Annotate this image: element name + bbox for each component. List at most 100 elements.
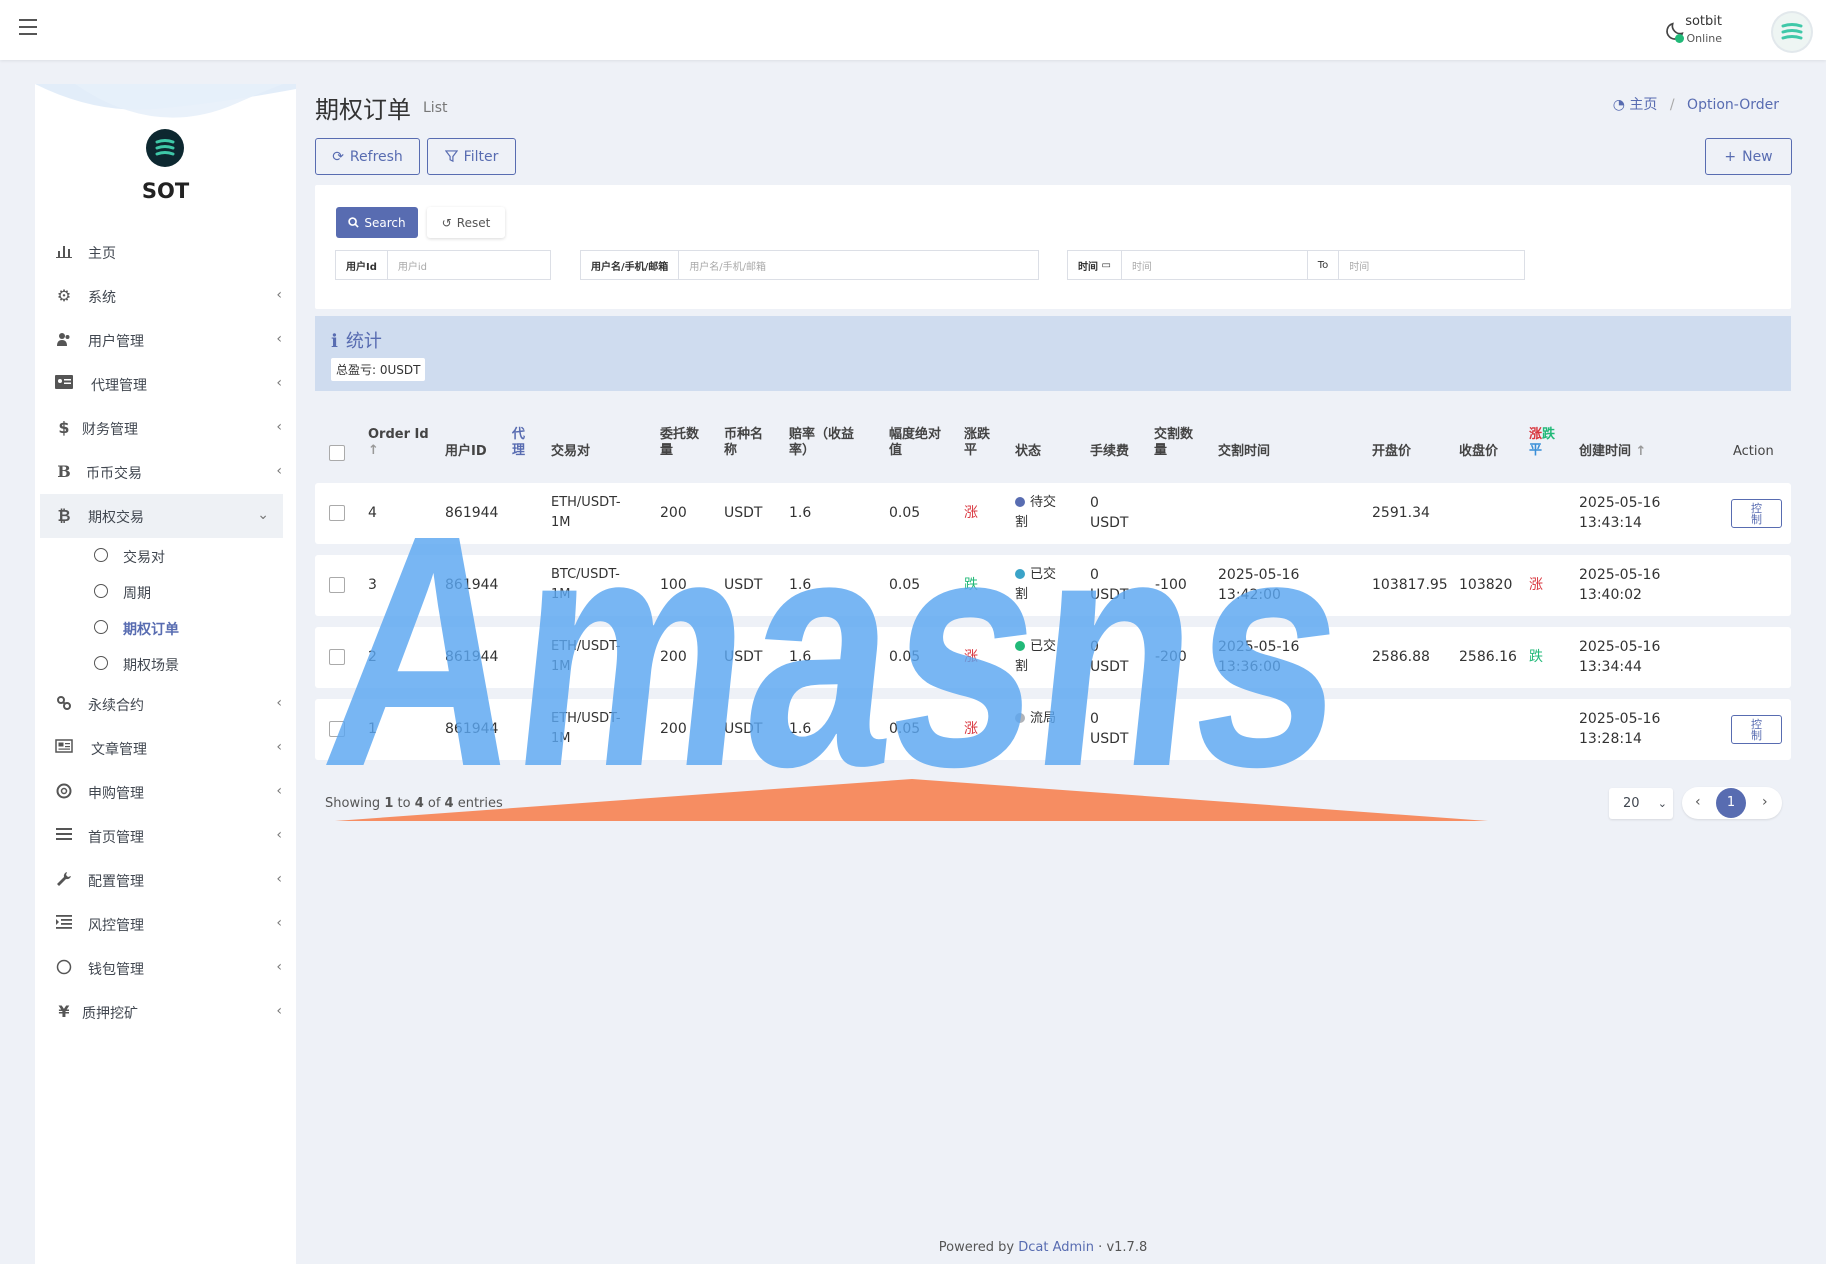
user-name-label: 用户名/手机/邮箱 — [581, 251, 680, 279]
sidebar-item-wallet[interactable]: 钱包管理 ‹ — [35, 946, 296, 990]
circle-icon — [94, 584, 108, 598]
time-from-input[interactable]: 时间 — [1122, 251, 1308, 279]
chevron-left-icon: ‹ — [276, 915, 282, 931]
filter-button[interactable]: Filter — [427, 138, 516, 175]
search-button[interactable]: Search — [336, 207, 418, 238]
cell-status: 已交割 — [1015, 567, 1057, 602]
brand-name: SOT — [141, 179, 190, 203]
sidebar-subitem-label: 周期 — [123, 586, 151, 602]
sidebar-item-label: 主页 — [88, 246, 116, 262]
b-icon: B — [57, 462, 71, 481]
sidebar-item-users[interactable]: 用户管理 ‹ — [35, 318, 296, 362]
cell-status: 待交割 — [1015, 495, 1057, 530]
col-direction: 涨跌平 — [964, 427, 991, 458]
newspaper-icon — [55, 739, 73, 757]
prev-page-button[interactable]: ‹ — [1695, 794, 1701, 810]
circle-icon — [55, 959, 73, 977]
page-size-select[interactable]: 20 ⌄ — [1609, 788, 1673, 819]
col-agent: 代理 — [512, 427, 526, 458]
table-row: 4 861944 ETH/USDT- 1M 200 USDT 1.6 0.05 涨 待交割 0 USD… — [315, 483, 1791, 544]
sidebar-item-articles[interactable]: 文章管理 ‹ — [35, 726, 296, 770]
sidebar-item-label: 永续合约 — [88, 698, 144, 714]
user-id-input[interactable]: 用户id — [388, 251, 550, 279]
sidebar-item-risk[interactable]: 风控管理 ‹ — [35, 902, 296, 946]
sidebar-item-config[interactable]: 配置管理 ‹ — [35, 858, 296, 902]
cell-open-price: 103817.95 — [1372, 577, 1448, 593]
breadcrumb: ◔ 主页 / Option-Order — [1613, 94, 1779, 114]
sidebar-item-homepage[interactable]: 首页管理 ‹ — [35, 814, 296, 858]
user-info[interactable]: sotbit Online — [1674, 14, 1722, 45]
sidebar-item-system[interactable]: ⚙ 系统 ‹ — [35, 274, 296, 318]
user-name-filter: 用户名/手机/邮箱 用户名/手机/邮箱 — [580, 250, 1039, 280]
cell-order-id: 3 — [368, 577, 377, 593]
cell-fee: 0 USDT — [1090, 495, 1129, 531]
col-coin: 币种名称 — [724, 427, 764, 458]
sidebar-item-label: 代理管理 — [91, 378, 147, 394]
refresh-button[interactable]: ⟳ Refresh — [315, 138, 420, 175]
sidebar-item-staking[interactable]: ¥ 质押挖矿 ‹ — [35, 990, 296, 1034]
breadcrumb-current: Option-Order — [1687, 97, 1779, 113]
cell-pair: ETH/USDT- 1M — [551, 711, 621, 746]
brand-logo — [146, 129, 184, 167]
cell-coin: USDT — [724, 721, 763, 737]
col-created-time[interactable]: 创建时间 ↑ — [1579, 444, 1646, 460]
sidebar-item-subscription[interactable]: 申购管理 ‹ — [35, 770, 296, 814]
sidebar-item-spot[interactable]: B 币币交易 ‹ — [35, 450, 296, 494]
col-order-id[interactable]: Order Id ↑ — [368, 427, 429, 459]
chevron-left-icon: ‹ — [276, 1003, 282, 1019]
plus-icon: + — [1724, 148, 1737, 165]
top-navbar: sotbit Online — [0, 0, 1826, 60]
sidebar-item-options[interactable]: ₿ 期权交易 ⌄ — [40, 494, 283, 538]
avatar[interactable] — [1773, 13, 1811, 51]
menu-toggle-icon[interactable] — [19, 19, 37, 35]
cell-fee: 0 USDT — [1090, 711, 1129, 747]
cell-coin: USDT — [724, 505, 763, 521]
chevron-left-icon: ‹ — [276, 871, 282, 887]
reset-button[interactable]: ↺ Reset — [427, 207, 505, 238]
sidebar-subitem-option-orders[interactable]: 期权订单 — [35, 610, 296, 646]
row-checkbox[interactable] — [329, 721, 345, 737]
cell-pair: ETH/USDT- 1M — [551, 495, 621, 530]
user-name-input[interactable]: 用户名/手机/邮箱 — [679, 251, 1038, 279]
chevron-down-icon: ⌄ — [1657, 797, 1667, 810]
select-all-checkbox[interactable] — [329, 445, 345, 461]
control-button[interactable]: 控制 — [1731, 499, 1782, 528]
row-checkbox[interactable] — [329, 505, 345, 521]
cell-open-price: 2591.34 — [1372, 505, 1430, 521]
row-checkbox[interactable] — [329, 649, 345, 665]
sidebar-item-finance[interactable]: $ 财务管理 ‹ — [35, 406, 296, 450]
sot-logo-icon — [1781, 23, 1803, 40]
cell-pair: ETH/USDT- 1M — [551, 639, 621, 674]
chevron-left-icon: ‹ — [276, 783, 282, 799]
control-button[interactable]: 控制 — [1731, 715, 1782, 744]
sidebar-subitem-scenes[interactable]: 期权场景 — [35, 646, 296, 682]
breadcrumb-home[interactable]: 主页 — [1629, 97, 1657, 113]
sidebar-item-label: 钱包管理 — [88, 962, 144, 978]
dcat-admin-link[interactable]: Dcat Admin — [1018, 1240, 1094, 1255]
breadcrumb-separator: / — [1669, 97, 1675, 113]
dollar-icon: $ — [58, 418, 70, 437]
sidebar-item-home[interactable]: 主页 — [35, 230, 296, 274]
sidebar-item-agents[interactable]: 代理管理 ‹ — [35, 362, 296, 406]
chevron-left-icon: ‹ — [276, 419, 282, 435]
sidebar-item-perpetual[interactable]: 永续合约 ‹ — [35, 682, 296, 726]
row-checkbox[interactable] — [329, 577, 345, 593]
sort-icon: ↑ — [368, 443, 379, 458]
next-page-button[interactable]: › — [1762, 794, 1768, 810]
users-icon — [55, 331, 73, 349]
sot-logo-icon — [155, 139, 175, 156]
bitcoin-icon: ₿ — [57, 506, 71, 525]
col-fee: 手续费 — [1090, 444, 1130, 459]
sidebar-subitem-pairs[interactable]: 交易对 — [35, 538, 296, 574]
yen-icon: ¥ — [58, 1002, 70, 1021]
page-number-button[interactable]: 1 — [1716, 788, 1746, 818]
new-button[interactable]: + New — [1705, 138, 1792, 175]
circle-icon — [94, 656, 108, 670]
time-to-input[interactable]: 时间 — [1339, 251, 1524, 279]
cell-result: 跌 — [1529, 649, 1543, 665]
sidebar-subitem-period[interactable]: 周期 — [35, 574, 296, 610]
cell-delivery-time: 2025-05-16 13:36:00 — [1218, 639, 1300, 675]
col-rate: 赔率（收益 率） — [789, 427, 855, 458]
cell-amplitude: 0.05 — [889, 721, 921, 737]
chevron-left-icon: ‹ — [276, 375, 282, 391]
